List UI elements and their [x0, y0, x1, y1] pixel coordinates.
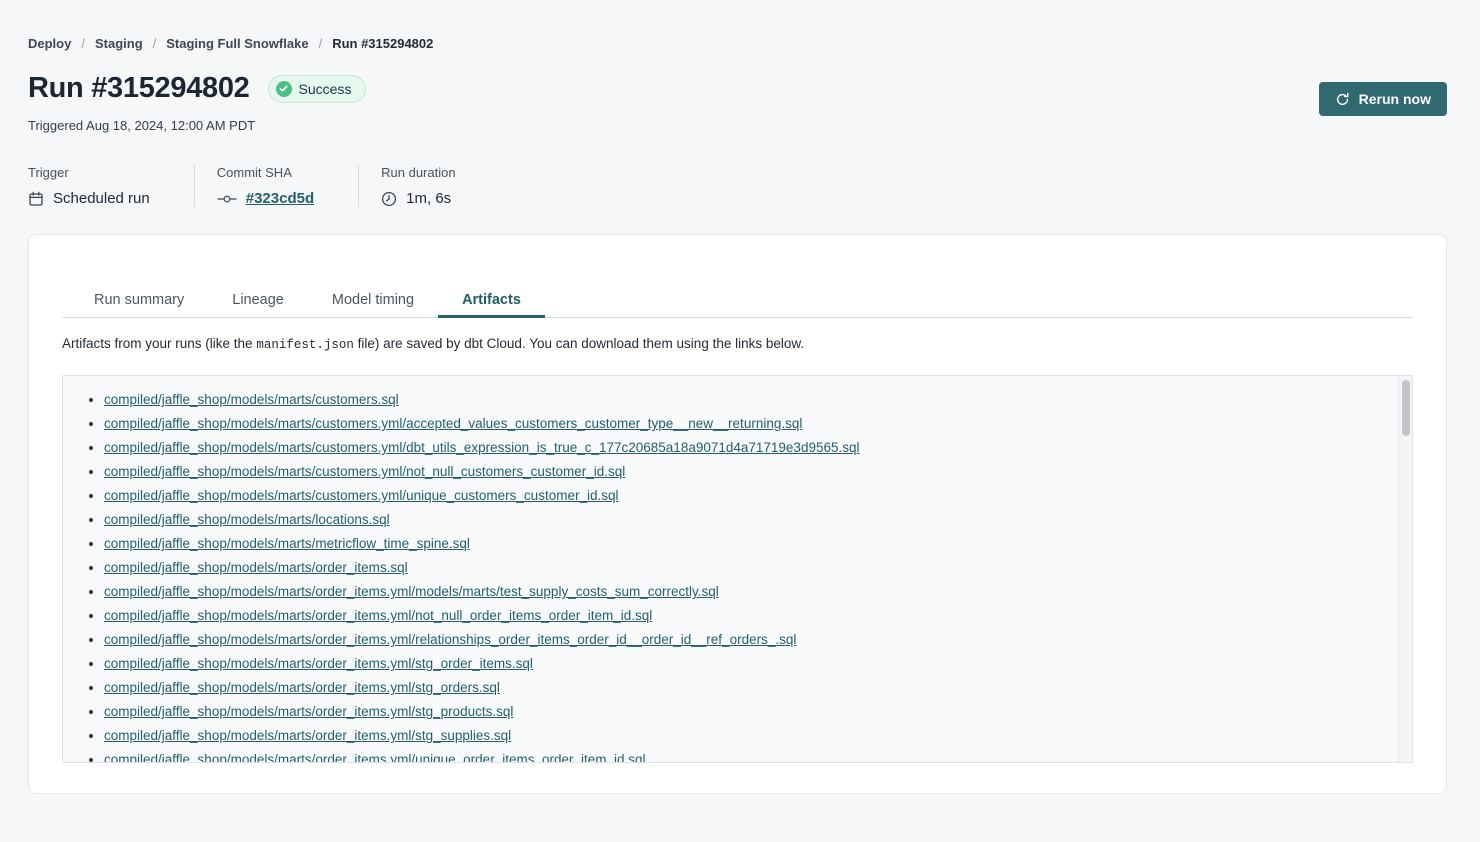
list-item: compiled/jaffle_shop/models/marts/order_… — [104, 608, 1352, 632]
meta-duration: Run duration 1m, 6s — [358, 165, 499, 207]
title-row: Run #315294802 Success — [28, 72, 1447, 105]
artifact-link[interactable]: compiled/jaffle_shop/models/marts/custom… — [104, 392, 399, 407]
artifact-list-container: compiled/jaffle_shop/models/marts/custom… — [62, 375, 1413, 763]
list-item: compiled/jaffle_shop/models/marts/custom… — [104, 464, 1352, 488]
breadcrumb-item-run: Run #315294802 — [332, 36, 433, 51]
tab-run-summary[interactable]: Run summary — [70, 283, 208, 318]
manifest-json-code: manifest.json — [256, 338, 354, 352]
breadcrumb-item-deploy[interactable]: Deploy — [28, 36, 71, 51]
list-item: compiled/jaffle_shop/models/marts/order_… — [104, 632, 1352, 656]
artifact-link[interactable]: compiled/jaffle_shop/models/marts/order_… — [104, 608, 652, 623]
artifact-link[interactable]: compiled/jaffle_shop/models/marts/order_… — [104, 680, 500, 695]
list-item: compiled/jaffle_shop/models/marts/custom… — [104, 392, 1352, 416]
artifact-link[interactable]: compiled/jaffle_shop/models/marts/order_… — [104, 560, 408, 575]
tab-bar: Run summary Lineage Model timing Artifac… — [62, 283, 1413, 318]
rerun-now-label: Rerun now — [1359, 91, 1431, 107]
rerun-now-button[interactable]: Rerun now — [1319, 82, 1447, 116]
breadcrumb-separator: / — [319, 36, 323, 51]
breadcrumb-item-job[interactable]: Staging Full Snowflake — [166, 36, 308, 51]
meta-trigger-label: Trigger — [28, 165, 150, 180]
artifact-link[interactable]: compiled/jaffle_shop/models/marts/metric… — [104, 536, 470, 551]
artifact-link[interactable]: compiled/jaffle_shop/models/marts/custom… — [104, 464, 625, 479]
calendar-icon — [28, 191, 44, 207]
list-item: compiled/jaffle_shop/models/marts/metric… — [104, 536, 1352, 560]
tab-artifacts[interactable]: Artifacts — [438, 283, 545, 318]
artifact-link[interactable]: compiled/jaffle_shop/models/marts/order_… — [104, 584, 719, 599]
run-detail-card: Run summary Lineage Model timing Artifac… — [28, 234, 1447, 794]
check-circle-icon — [276, 81, 292, 97]
meta-trigger: Trigger Scheduled run — [28, 165, 194, 207]
refresh-icon — [1335, 92, 1350, 107]
artifact-link[interactable]: compiled/jaffle_shop/models/marts/order_… — [104, 704, 513, 719]
breadcrumb-item-staging[interactable]: Staging — [95, 36, 143, 51]
tab-lineage[interactable]: Lineage — [208, 283, 308, 318]
list-item: compiled/jaffle_shop/models/marts/order_… — [104, 704, 1352, 728]
git-commit-icon — [217, 193, 237, 205]
meta-trigger-value: Scheduled run — [53, 190, 150, 207]
list-item: compiled/jaffle_shop/models/marts/order_… — [104, 584, 1352, 608]
artifact-link[interactable]: compiled/jaffle_shop/models/marts/order_… — [104, 752, 646, 763]
status-badge-label: Success — [299, 81, 352, 97]
clock-icon — [381, 191, 397, 207]
list-item: compiled/jaffle_shop/models/marts/order_… — [104, 680, 1352, 704]
breadcrumb-separator: / — [81, 36, 85, 51]
artifact-link[interactable]: compiled/jaffle_shop/models/marts/order_… — [104, 656, 533, 671]
run-meta-row: Trigger Scheduled run Commit SHA #323cd5… — [28, 165, 1447, 207]
tab-model-timing[interactable]: Model timing — [308, 283, 438, 318]
meta-duration-value: 1m, 6s — [406, 190, 451, 207]
status-badge: Success — [268, 75, 367, 103]
artifact-link[interactable]: compiled/jaffle_shop/models/marts/custom… — [104, 416, 802, 431]
artifact-links-list: compiled/jaffle_shop/models/marts/custom… — [63, 376, 1412, 763]
meta-commit-label: Commit SHA — [217, 165, 314, 180]
list-item: compiled/jaffle_shop/models/marts/custom… — [104, 440, 1352, 464]
artifact-link[interactable]: compiled/jaffle_shop/models/marts/order_… — [104, 632, 796, 647]
description-prefix: Artifacts from your runs (like the — [62, 336, 256, 351]
breadcrumb: Deploy / Staging / Staging Full Snowflak… — [28, 36, 1447, 51]
list-item: compiled/jaffle_shop/models/marts/order_… — [104, 560, 1352, 584]
artifact-link[interactable]: compiled/jaffle_shop/models/marts/locati… — [104, 512, 390, 527]
description-suffix: file) are saved by dbt Cloud. You can do… — [354, 336, 804, 351]
artifacts-description: Artifacts from your runs (like the manif… — [62, 336, 1413, 352]
run-detail-page: Deploy / Staging / Staging Full Snowflak… — [0, 0, 1480, 842]
meta-commit: Commit SHA #323cd5d — [194, 165, 358, 207]
list-item: compiled/jaffle_shop/models/marts/locati… — [104, 512, 1352, 536]
list-item: compiled/jaffle_shop/models/marts/order_… — [104, 728, 1352, 752]
breadcrumb-separator: / — [153, 36, 157, 51]
artifact-link[interactable]: compiled/jaffle_shop/models/marts/custom… — [104, 440, 860, 455]
page-title: Run #315294802 — [28, 72, 250, 105]
artifact-link[interactable]: compiled/jaffle_shop/models/marts/custom… — [104, 488, 618, 503]
scrollbar-thumb[interactable] — [1402, 380, 1410, 436]
scrollbar[interactable] — [1398, 376, 1412, 762]
triggered-timestamp: Triggered Aug 18, 2024, 12:00 AM PDT — [28, 118, 1447, 133]
artifact-link[interactable]: compiled/jaffle_shop/models/marts/order_… — [104, 728, 511, 743]
meta-duration-label: Run duration — [381, 165, 455, 180]
list-item: compiled/jaffle_shop/models/marts/custom… — [104, 488, 1352, 512]
list-item: compiled/jaffle_shop/models/marts/custom… — [104, 416, 1352, 440]
commit-sha-link[interactable]: #323cd5d — [246, 190, 314, 207]
list-item: compiled/jaffle_shop/models/marts/order_… — [104, 656, 1352, 680]
list-item: compiled/jaffle_shop/models/marts/order_… — [104, 752, 1352, 763]
